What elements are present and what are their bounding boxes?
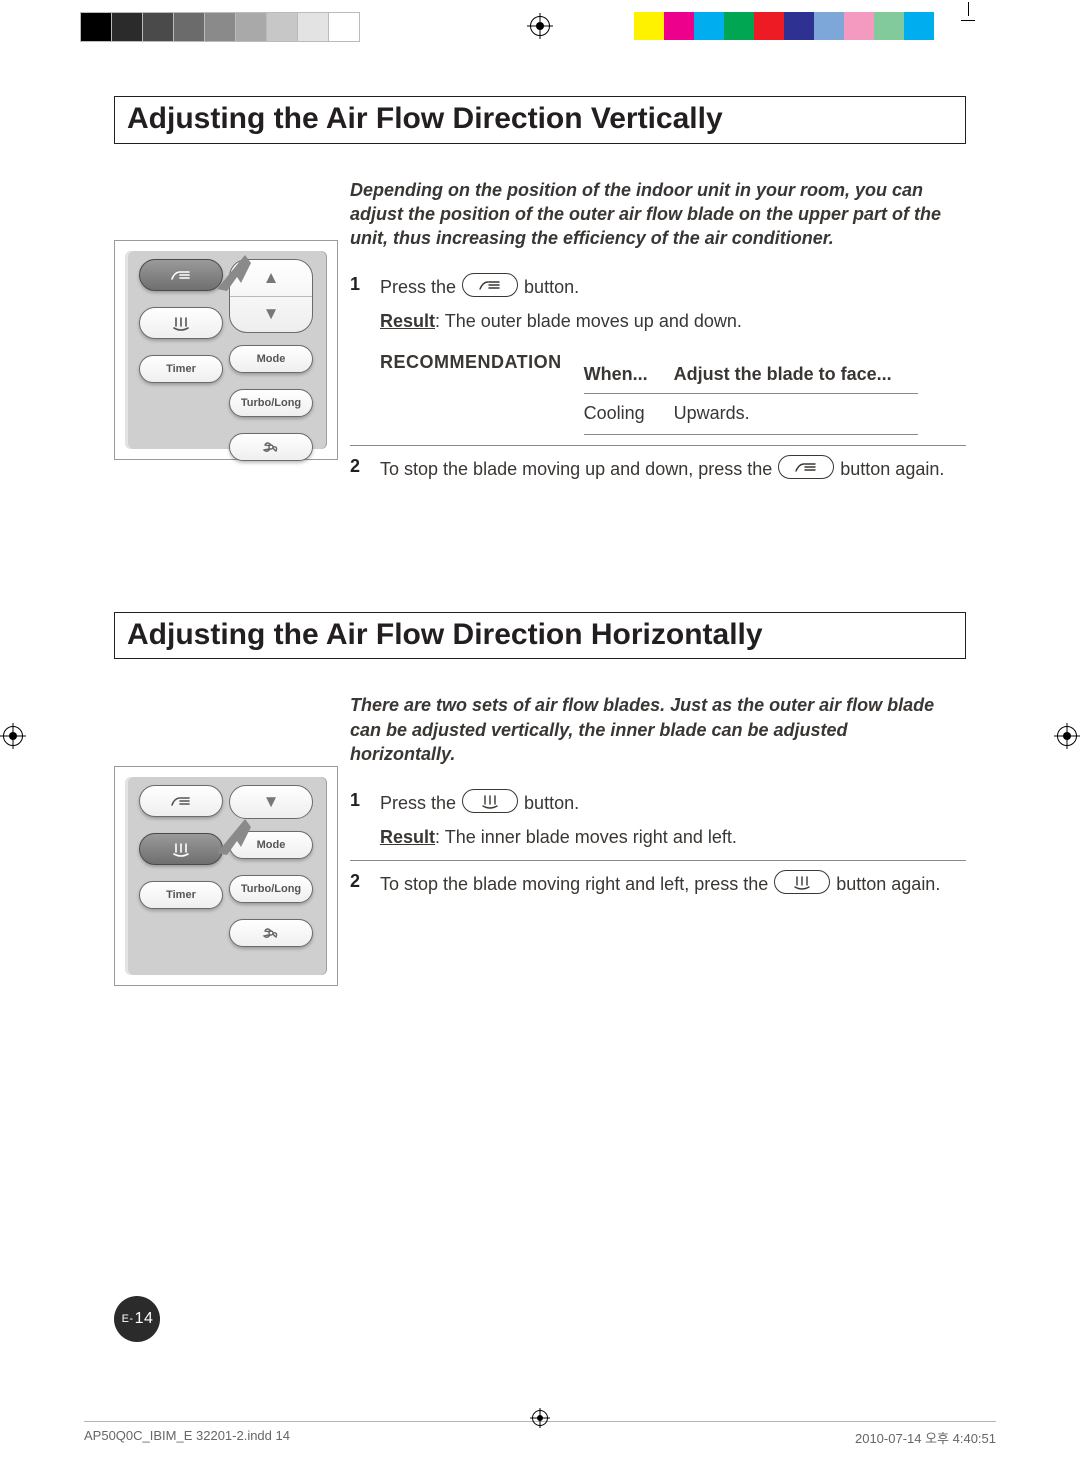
slug-timestamp: 2010-07-14 오후 4:40:51 bbox=[855, 1428, 996, 1450]
rec-cell-adjust: Upwards. bbox=[674, 393, 918, 434]
step-number: 2 bbox=[350, 871, 366, 897]
remote-illustration-vertical: Timer ▲ ▼ Mode Turbo/Long bbox=[114, 240, 338, 460]
manual-page: { "colorbar": { "grays": ["#000000","#2b… bbox=[0, 0, 1080, 1472]
page-number-prefix: E- bbox=[122, 1313, 134, 1325]
remote-mode-button: Mode bbox=[229, 345, 313, 373]
section2-steps: 1 Press the button. Result: The inner bl… bbox=[350, 780, 966, 907]
section-heading-horizontal: Adjusting the Air Flow Direction Horizon… bbox=[114, 612, 966, 660]
remote-timer-button: Timer bbox=[139, 355, 223, 383]
step2-text-a: To stop the blade moving right and left,… bbox=[380, 871, 768, 897]
rec-header-adjust: Adjust the blade to face... bbox=[674, 357, 918, 394]
pointer-arrow-icon bbox=[207, 813, 267, 873]
horiz-swing-button-icon bbox=[462, 789, 518, 813]
page-number-badge: E-14 bbox=[114, 1296, 160, 1342]
slug-filename: AP50Q0C_IBIM_E 32201-2.indd 14 bbox=[84, 1428, 290, 1450]
rec-cell-when: Cooling bbox=[584, 393, 674, 434]
remote-horiz-swing-button bbox=[139, 307, 223, 339]
result-label: Result bbox=[380, 311, 435, 331]
recommendation-table: When...Adjust the blade to face... Cooli… bbox=[584, 357, 918, 435]
color-swatches bbox=[634, 12, 934, 40]
recommendation-label: RECOMMENDATION bbox=[380, 349, 562, 375]
page-content: Adjusting the Air Flow Direction Vertica… bbox=[114, 96, 966, 1382]
grayscale-ramp bbox=[80, 12, 360, 40]
rec-header-when: When... bbox=[584, 357, 674, 394]
result-text: : The inner blade moves right and left. bbox=[435, 827, 737, 847]
step2-text-b: button again. bbox=[840, 456, 944, 482]
remote-illustration-horizontal: Timer ▼ Mode Turbo/Long bbox=[114, 766, 338, 986]
pointer-arrow-icon bbox=[207, 249, 267, 309]
registration-mark-bottom-icon bbox=[530, 1408, 550, 1428]
step2-text-a: To stop the blade moving up and down, pr… bbox=[380, 456, 772, 482]
step1-text-b: button. bbox=[524, 790, 579, 816]
vert-swing-button-icon bbox=[462, 273, 518, 297]
step-number: 1 bbox=[350, 790, 366, 850]
step1-text-a: Press the bbox=[380, 274, 456, 300]
crop-mark-icon bbox=[939, 2, 975, 44]
step-number: 2 bbox=[350, 456, 366, 482]
section1-intro: Depending on the position of the indoor … bbox=[350, 178, 950, 251]
section2-intro: There are two sets of air flow blades. J… bbox=[350, 693, 950, 766]
step2-text-b: button again. bbox=[836, 871, 940, 897]
registration-mark-icon bbox=[527, 13, 553, 39]
section1-steps: 1 Press the button. Result: The outer bl… bbox=[350, 264, 966, 491]
remote-fan-button bbox=[229, 433, 313, 461]
remote-fan-button bbox=[229, 919, 313, 947]
result-text: : The outer blade moves up and down. bbox=[435, 311, 742, 331]
horiz-swing-button-icon bbox=[774, 870, 830, 894]
step1-text-b: button. bbox=[524, 274, 579, 300]
remote-timer-button: Timer bbox=[139, 881, 223, 909]
step-number: 1 bbox=[350, 274, 366, 434]
vert-swing-button-icon bbox=[778, 455, 834, 479]
registration-mark-right-icon bbox=[1054, 723, 1080, 749]
step1-text-a: Press the bbox=[380, 790, 456, 816]
remote-turbo-button: Turbo/Long bbox=[229, 875, 313, 903]
section-heading-vertical: Adjusting the Air Flow Direction Vertica… bbox=[114, 96, 966, 144]
printer-color-bar bbox=[0, 6, 1080, 46]
prepress-slug: AP50Q0C_IBIM_E 32201-2.indd 14 2010-07-1… bbox=[84, 1421, 996, 1450]
registration-mark-left-icon bbox=[0, 723, 26, 749]
remote-turbo-button: Turbo/Long bbox=[229, 389, 313, 417]
page-number: 14 bbox=[135, 1310, 154, 1328]
result-label: Result bbox=[380, 827, 435, 847]
